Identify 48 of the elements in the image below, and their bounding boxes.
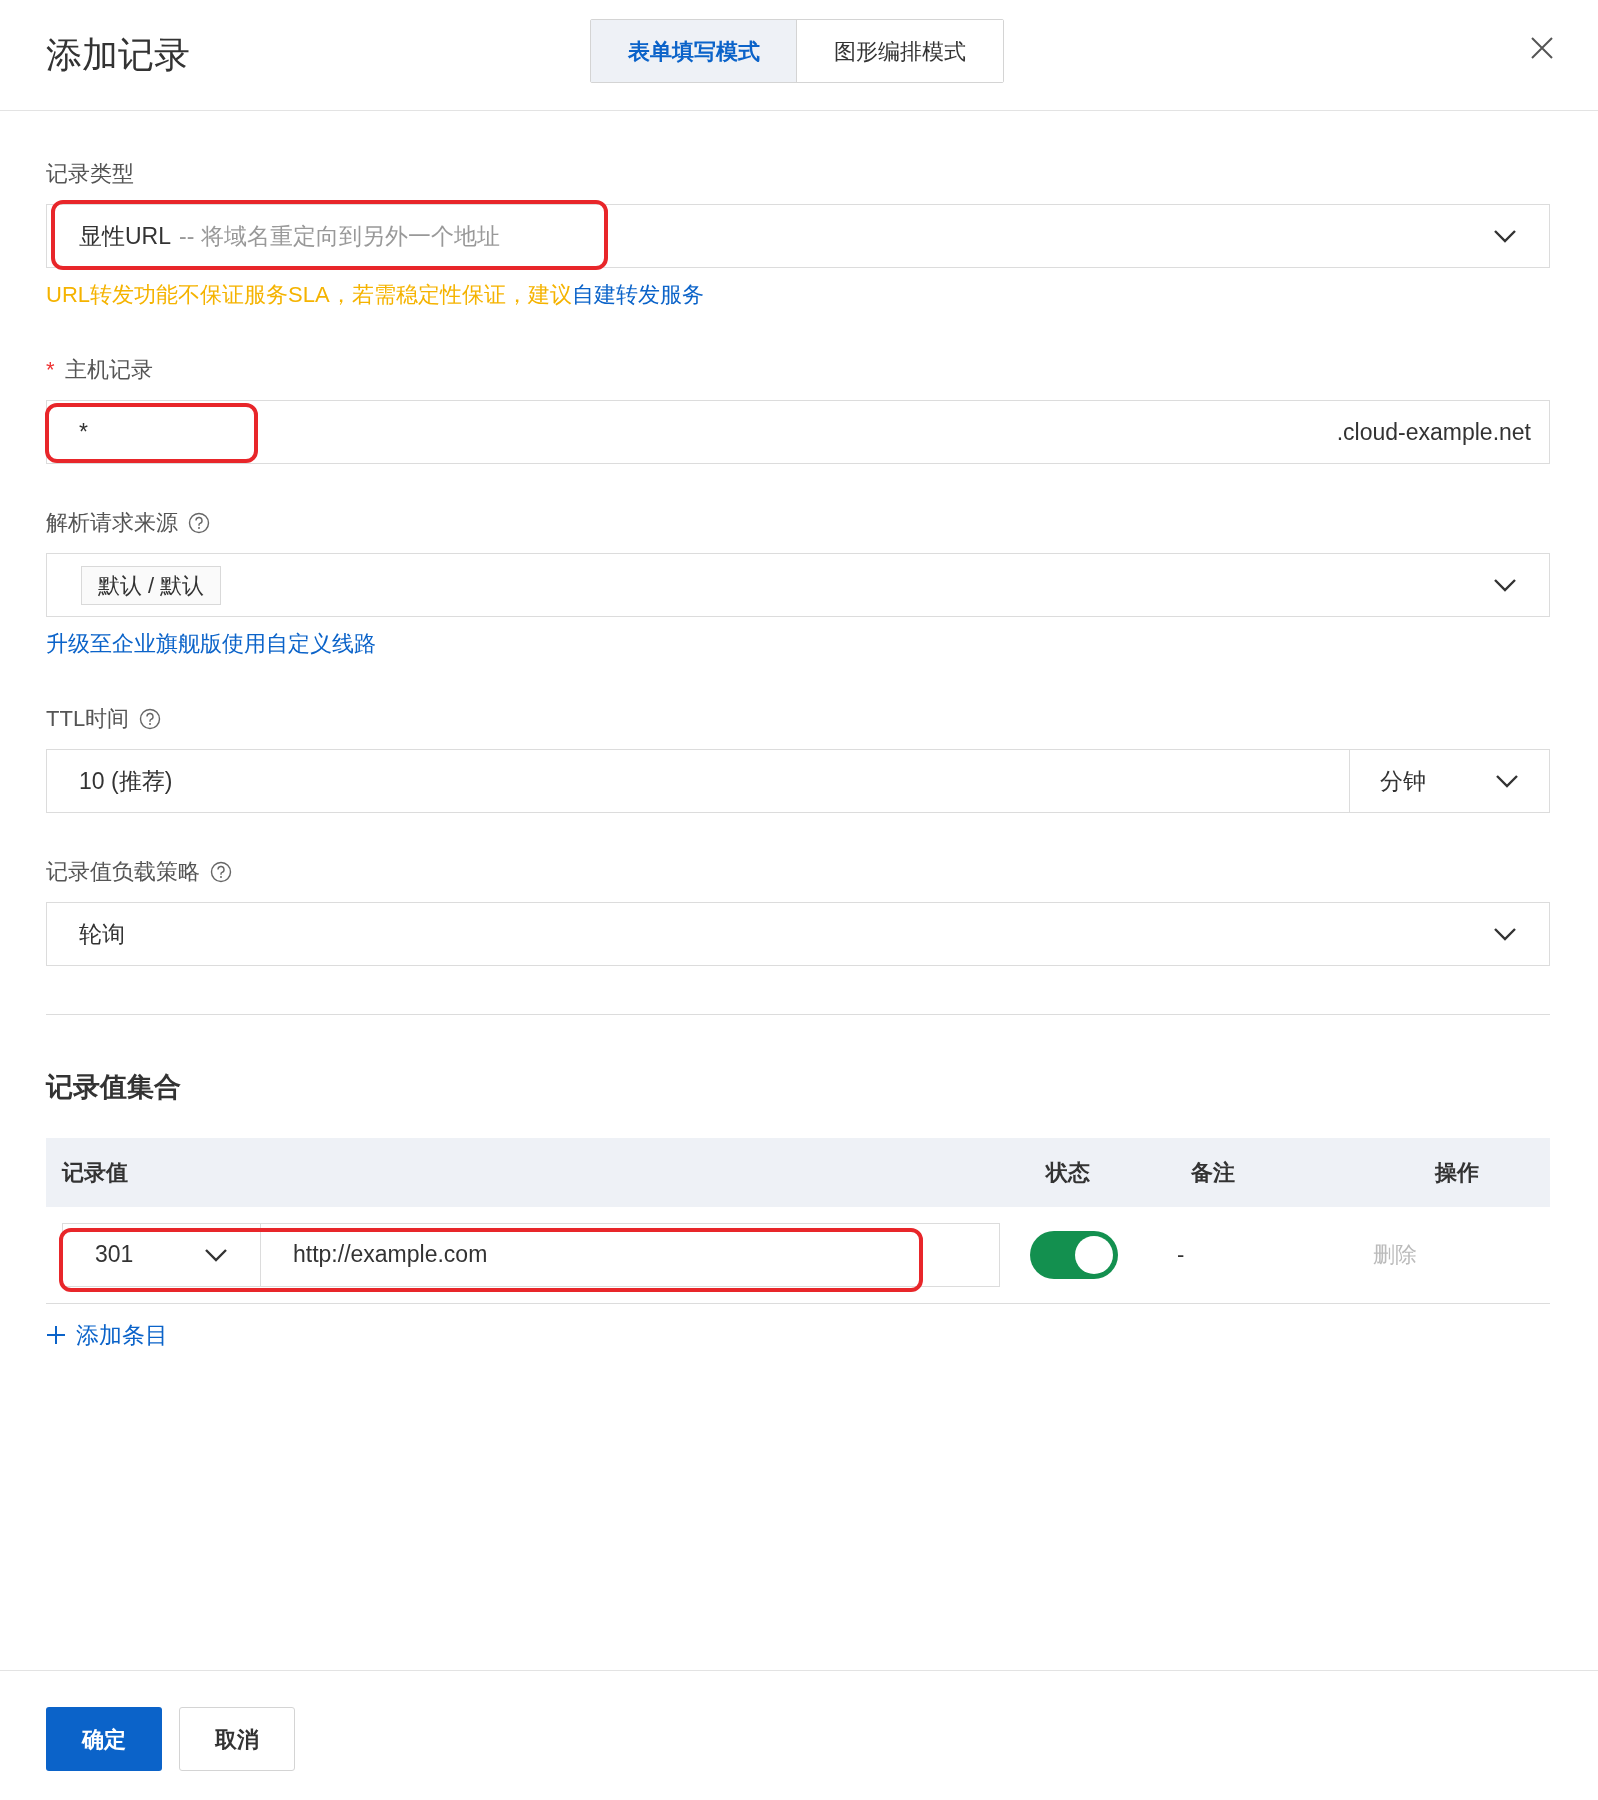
column-header: 记录值 [60,1158,129,1187]
select-value: 显性URL [79,221,171,251]
select-value: 301 [95,1240,134,1270]
select-value: 轮询 [79,919,125,949]
input-field[interactable]: * .cloud-example.net [46,400,1550,464]
input-field[interactable]: http://example.com [261,1237,999,1272]
input-value: 10 (推荐) [79,766,173,796]
column-header: 备注 [1191,1158,1236,1187]
cancel-button[interactable]: 取消 [179,1707,295,1771]
field-label: 记录类型 [46,160,134,188]
select-field[interactable]: 默认 / 默认 [46,553,1550,617]
column-header: 操作 [1435,1158,1480,1187]
help-icon [188,511,210,534]
select-hint: -- 将域名重定向到另外一个地址 [179,221,500,251]
column-header: 状态 [1046,1158,1091,1187]
field-label: 主机记录 [64,356,153,384]
chevron-down-icon [1493,927,1517,941]
unit-select[interactable]: 分钟 [1350,749,1550,813]
plus-icon [46,1324,66,1345]
section-title: 记录值集合 [46,1071,182,1104]
warning-text: URL转发功能不保证服务SLA，若需稳定性保证，建议自建转发服务 [46,281,705,309]
close-icon [1530,36,1554,60]
input-value: * [79,417,88,447]
close-button[interactable] [1530,36,1554,60]
toggle-switch[interactable] [1030,1230,1118,1279]
table-cell-text: - [1177,1241,1186,1269]
field-label: 解析请求来源 [46,509,178,537]
help-icon [210,860,232,883]
chevron-down-icon [204,1247,228,1262]
link[interactable]: 升级至企业旗舰版使用自定义线路 [46,627,376,660]
select-field[interactable]: 轮询 [46,902,1550,966]
input-field[interactable]: 10 (推荐) [46,749,1350,813]
domain-suffix: .cloud-example.net [1336,417,1531,447]
chevron-down-icon [1493,229,1517,243]
select-value: 分钟 [1380,766,1426,796]
confirm-button[interactable]: 确定 [46,1707,162,1771]
dialog-title: 添加记录 [46,33,190,77]
field-label: 记录值负载策略 [46,858,200,886]
link[interactable]: 自建转发服务 [571,282,704,307]
tag: 默认 / 默认 [81,565,222,605]
add-item-link[interactable]: 添加条目 [46,1317,168,1352]
mode-tab[interactable]: 表单填写模式 [591,20,797,82]
select-field[interactable]: 301 [63,1223,261,1286]
chevron-down-icon [1493,578,1517,592]
chevron-down-icon [1495,774,1519,788]
help-icon [139,707,162,730]
field-label: TTL时间 [46,705,130,733]
required-icon: * [46,353,55,386]
